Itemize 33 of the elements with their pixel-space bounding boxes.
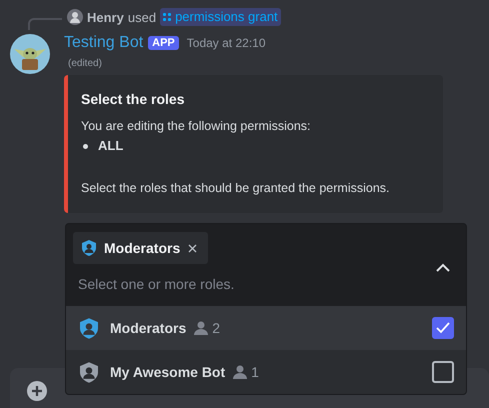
command-icon [163, 13, 172, 21]
member-count: 1 [251, 364, 259, 380]
bot-avatar[interactable] [10, 34, 50, 74]
role-checkbox[interactable] [432, 361, 454, 383]
role-option[interactable]: Moderators 2 [66, 306, 466, 350]
reply-connector [28, 18, 62, 30]
member-count: 2 [212, 320, 220, 336]
member-icon [233, 365, 248, 379]
role-name: My Awesome Bot [110, 364, 226, 380]
edited-label: (edited) [68, 58, 103, 69]
bullet-text: ALL [98, 137, 124, 155]
role-name: Moderators [110, 320, 186, 336]
command-mention[interactable]: permissions grant [160, 8, 281, 26]
embed-footer-text: Select the roles that should be granted the permissions. [81, 180, 391, 197]
app-badge: APP [148, 36, 179, 50]
bot-name[interactable]: Testing Bot [64, 34, 144, 52]
reply-username[interactable]: Henry [87, 10, 124, 24]
selected-role-chip[interactable]: Moderators [73, 232, 208, 264]
check-icon [436, 322, 450, 334]
role-option[interactable]: My Awesome Bot 1 [66, 350, 466, 394]
bullet-icon [83, 144, 88, 148]
avatar-icon[interactable] [67, 9, 83, 25]
embed-title: Select the roles [81, 91, 186, 107]
role-select-menu[interactable]: Moderators Select one or more roles. Moderators 2 My Awesome Bot 1 [65, 223, 467, 395]
remove-icon[interactable] [188, 244, 198, 252]
add-icon[interactable] [27, 381, 47, 401]
member-icon [194, 321, 208, 335]
embed-description: You are editing the following permissions: [81, 118, 312, 135]
reply-action: used [128, 10, 156, 24]
chevron-icon[interactable] [436, 263, 450, 272]
select-placeholder: Select one or more roles. [78, 276, 234, 292]
role-checkbox[interactable] [432, 317, 454, 339]
timestamp: Today at 22:10 [186, 36, 266, 50]
